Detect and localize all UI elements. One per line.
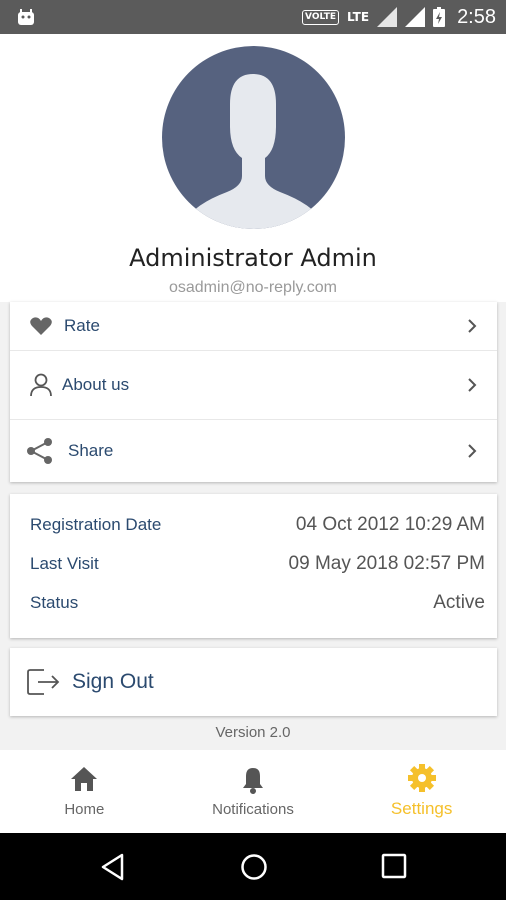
clock: 2:58 (457, 5, 496, 28)
system-navigation-bar (0, 833, 506, 900)
bottom-navigation: Home Notifications Settings (0, 750, 506, 833)
registration-date-value: 04 Oct 2012 10:29 AM (295, 514, 485, 535)
heart-icon (30, 317, 52, 335)
volte-badge: VOLTE (302, 9, 340, 25)
chevron-right-icon (468, 319, 477, 333)
registration-date-row: Registration Date 04 Oct 2012 10:29 AM (30, 514, 485, 536)
profile-header: Administrator Admin osadmin@no-reply.com (0, 34, 506, 302)
profile-name: Administrator Admin (129, 244, 377, 272)
menu-item-about-us[interactable]: About us (10, 351, 497, 419)
battery-icon (433, 7, 446, 27)
tab-label: Settings (390, 799, 453, 818)
registration-date-label: Registration Date (30, 515, 162, 534)
avatar[interactable] (162, 46, 345, 229)
gear-icon (407, 764, 436, 792)
status-row: Status Active (30, 592, 485, 614)
menu-item-label: Share (68, 441, 114, 460)
account-info-card: Registration Date 04 Oct 2012 10:29 AM L… (10, 494, 497, 638)
status-bar: VOLTE LTE 2:58 (0, 0, 506, 34)
chevron-right-icon (468, 378, 477, 392)
tab-label: Notifications (212, 801, 294, 818)
menu-item-rate[interactable]: Rate (10, 302, 497, 350)
version-text: Version 2.0 (215, 724, 291, 741)
menu-item-label: About us (62, 375, 130, 394)
menu-card: Rate About us Share (10, 302, 497, 482)
recents-icon[interactable] (381, 853, 407, 879)
home-icon (71, 767, 98, 791)
menu-item-share[interactable]: Share (10, 420, 497, 482)
tab-home[interactable]: Home (0, 750, 169, 833)
last-visit-label: Last Visit (30, 554, 99, 573)
sign-out-button[interactable]: Sign Out (10, 648, 497, 716)
last-visit-row: Last Visit 09 May 2018 02:57 PM (30, 553, 485, 575)
user-icon (30, 373, 52, 397)
back-icon[interactable] (100, 853, 126, 881)
sign-out-icon (27, 669, 60, 695)
user-silhouette-icon (185, 74, 322, 229)
tab-label: Home (64, 801, 105, 818)
last-visit-value: 09 May 2018 02:57 PM (288, 553, 485, 574)
signal-icon (377, 7, 398, 27)
profile-email: osadmin@no-reply.com (168, 279, 337, 296)
chevron-right-icon (468, 444, 477, 458)
menu-item-label: Rate (64, 316, 100, 335)
android-icon (18, 9, 34, 25)
network-type: LTE (347, 10, 370, 24)
status-label: Status (30, 593, 79, 612)
tab-settings[interactable]: Settings (337, 750, 506, 833)
signal-icon-2 (405, 7, 426, 27)
share-icon (27, 438, 52, 464)
home-circle-icon[interactable] (240, 853, 268, 881)
bell-icon (242, 768, 263, 794)
sign-out-label: Sign Out (72, 670, 154, 693)
status-value: Active (433, 592, 485, 613)
tab-notifications[interactable]: Notifications (169, 750, 338, 833)
